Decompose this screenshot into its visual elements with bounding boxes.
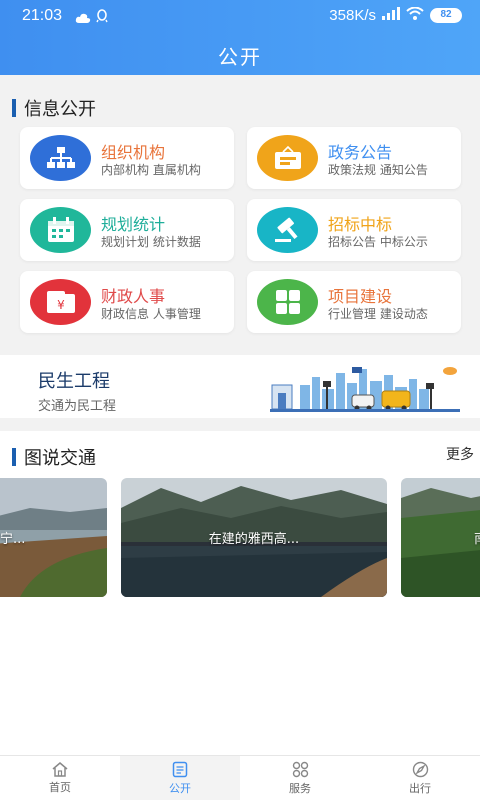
- photo-card[interactable]: 在建的雅西高...: [121, 478, 387, 597]
- org-chart-icon: [30, 135, 91, 181]
- tab-services[interactable]: 服务: [240, 756, 360, 800]
- tab-label: 服务: [289, 781, 311, 795]
- cloud-icon: [75, 10, 91, 28]
- finance-icon: ¥: [30, 279, 91, 325]
- tab-public[interactable]: 公开: [120, 756, 240, 800]
- header: 21:03 358K/s 82 公开: [0, 0, 480, 75]
- content-background: [0, 609, 480, 755]
- qq-icon: [96, 9, 108, 27]
- city-traffic-illustration: [270, 367, 460, 412]
- tab-label: 公开: [169, 781, 191, 795]
- calendar-icon: [30, 207, 91, 253]
- photo-caption: 宁...: [0, 532, 26, 547]
- card-subtitle: 招标公告 中标公示: [328, 235, 428, 249]
- document-icon: [172, 761, 188, 777]
- banner-title: 民生工程: [38, 371, 110, 392]
- tab-label: 出行: [409, 781, 431, 795]
- card-title: 招标中标: [328, 215, 393, 234]
- card-subtitle: 规划计划 统计数据: [101, 235, 201, 249]
- bottom-tab-bar: 首页 公开 服务 出行: [0, 755, 480, 800]
- card-title: 财政人事: [101, 287, 166, 306]
- section-marker: [12, 99, 16, 117]
- services-grid-icon: [292, 761, 308, 777]
- network-speed: 358K/s: [329, 7, 376, 24]
- tab-travel[interactable]: 出行: [360, 756, 480, 800]
- gavel-icon: [257, 207, 318, 253]
- grid-icon: [257, 279, 318, 325]
- status-bar: 21:03 358K/s 82: [0, 0, 480, 34]
- card-subtitle: 内部机构 直属机构: [101, 163, 201, 177]
- card-government-notice[interactable]: 政务公告 政策法规 通知公告: [247, 127, 461, 189]
- svg-text:¥: ¥: [57, 298, 65, 312]
- card-title: 政务公告: [328, 143, 393, 162]
- card-subtitle: 财政信息 人事管理: [101, 307, 201, 321]
- banner-subtitle: 交通为民工程: [38, 399, 117, 414]
- card-title: 项目建设: [328, 287, 393, 306]
- tab-label: 首页: [49, 781, 71, 794]
- card-subtitle: 政策法规 通知公告: [328, 163, 428, 177]
- pictures-section-header: 图说交通: [12, 444, 96, 470]
- card-org-structure[interactable]: 组织机构 内部机构 直属机构: [20, 127, 234, 189]
- card-title: 组织机构: [101, 143, 166, 162]
- photo-card[interactable]: 南: [401, 478, 480, 597]
- battery-icon: 82: [430, 8, 462, 23]
- home-icon: [52, 762, 68, 777]
- photo-caption: 在建的雅西高...: [208, 532, 300, 547]
- card-project-construction[interactable]: 项目建设 行业管理 建设动态: [247, 271, 461, 333]
- status-time: 21:03: [22, 7, 63, 24]
- card-title: 规划统计: [101, 215, 166, 234]
- livelihood-banner[interactable]: 民生工程 交通为民工程: [0, 355, 480, 418]
- signal-icon: [382, 7, 400, 24]
- more-link[interactable]: 更多: [446, 444, 474, 464]
- card-tender[interactable]: 招标中标 招标公告 中标公示: [247, 199, 461, 261]
- info-section-header: 信息公开: [12, 95, 96, 121]
- photo-card[interactable]: 宁...: [0, 478, 107, 597]
- section-marker: [12, 448, 16, 466]
- card-subtitle: 行业管理 建设动态: [328, 307, 428, 321]
- notice-board-icon: [257, 135, 318, 181]
- navigation-icon: [412, 761, 428, 777]
- tab-home[interactable]: 首页: [0, 756, 120, 800]
- wifi-icon: [406, 6, 424, 24]
- info-section-title: 信息公开: [24, 99, 96, 120]
- page-title: 公开: [218, 45, 262, 69]
- card-planning-stats[interactable]: 规划统计 规划计划 统计数据: [20, 199, 234, 261]
- card-finance-hr[interactable]: ¥ 财政人事 财政信息 人事管理: [20, 271, 234, 333]
- photo-caption: 南: [401, 528, 480, 547]
- pictures-section-title: 图说交通: [24, 448, 96, 469]
